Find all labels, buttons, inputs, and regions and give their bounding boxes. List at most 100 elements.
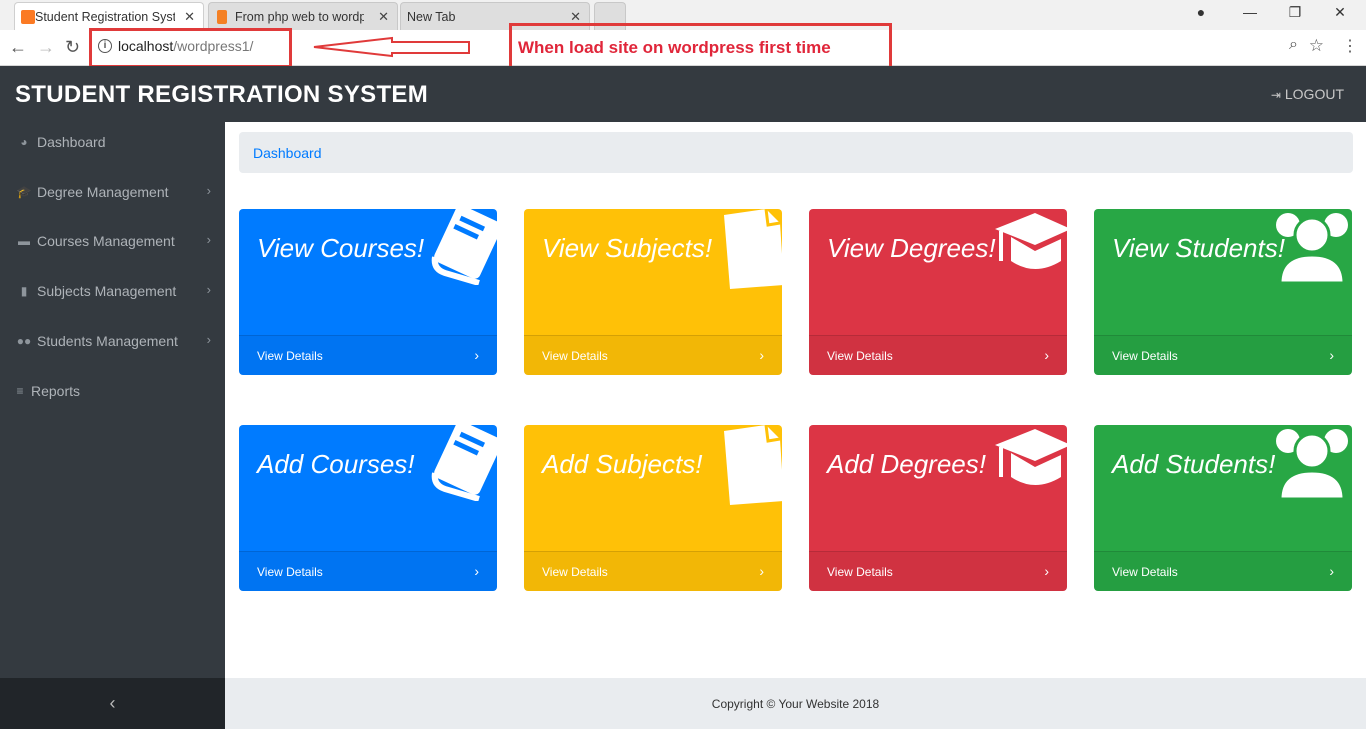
view-details-label: View Details xyxy=(1112,565,1178,579)
dashboard-card[interactable]: View Subjects! View Details › xyxy=(524,209,782,375)
chevron-left-icon: ‹ xyxy=(109,693,116,713)
sidebar: ◕ Dashboard 🎓 Degree Management › ▬ Cour… xyxy=(0,122,225,729)
chevron-right-icon: › xyxy=(474,347,479,363)
annotation-text: When load site on wordpress first time xyxy=(518,38,831,57)
dashboard-card[interactable]: Add Courses! View Details › xyxy=(239,425,497,591)
view-details-label: View Details xyxy=(827,349,893,363)
card-title: View Degrees! xyxy=(827,233,996,263)
breadcrumb: Dashboard xyxy=(239,132,1353,173)
users-icon: ●● xyxy=(16,334,32,348)
card-title: Add Students! xyxy=(1112,449,1276,479)
view-details-label: View Details xyxy=(1112,349,1178,363)
view-details-label: View Details xyxy=(257,565,323,579)
chevron-right-icon: › xyxy=(759,347,764,363)
sidebar-item-label: Degree Management xyxy=(37,184,169,200)
book-icon xyxy=(429,209,497,290)
restore-icon[interactable]: ❐ xyxy=(1285,4,1305,21)
dashboard-card[interactable]: View Degrees! View Details › xyxy=(809,209,1067,375)
minimize-icon[interactable]: — xyxy=(1240,4,1260,20)
reload-icon[interactable]: ↻ xyxy=(65,37,80,58)
sidebar-item-dashboard[interactable]: ◕ Dashboard xyxy=(0,122,225,162)
graduation-cap-icon xyxy=(991,209,1067,280)
card-footer-link[interactable]: View Details › xyxy=(524,551,782,591)
card-footer-link[interactable]: View Details › xyxy=(809,551,1067,591)
sidebar-item-degree-management[interactable]: 🎓 Degree Management › xyxy=(0,172,225,212)
chevron-right-icon: › xyxy=(206,183,211,198)
card-title: Add Subjects! xyxy=(542,449,703,479)
file-icon: ▮ xyxy=(20,284,28,298)
graduation-cap-icon: 🎓 xyxy=(16,185,32,199)
sign-out-icon: ⇥ xyxy=(1270,88,1281,102)
view-details-label: View Details xyxy=(827,565,893,579)
sidebar-item-label: Dashboard xyxy=(37,134,106,150)
page-footer: Copyright © Your Website 2018 xyxy=(225,678,1366,729)
stackoverflow-favicon-icon xyxy=(217,10,227,24)
back-icon[interactable]: ← xyxy=(9,37,27,58)
file-icon xyxy=(714,425,782,512)
forward-icon[interactable]: → xyxy=(37,37,55,58)
close-tab-icon[interactable]: ✕ xyxy=(378,9,389,25)
view-details-label: View Details xyxy=(542,565,608,579)
view-details-label: View Details xyxy=(257,349,323,363)
card-title: Add Degrees! xyxy=(827,449,986,479)
chevron-right-icon: › xyxy=(759,563,764,579)
bookmark-star-icon[interactable]: ☆ xyxy=(1309,36,1324,56)
view-details-label: View Details xyxy=(542,349,608,363)
list-icon: ≡ xyxy=(16,384,24,398)
sidebar-item-label: Students Management xyxy=(37,333,178,349)
chevron-right-icon: › xyxy=(206,232,211,247)
sidebar-item-label: Courses Management xyxy=(37,233,175,249)
sidebar-item-label: Subjects Management xyxy=(37,283,177,299)
xampp-favicon-icon xyxy=(21,10,35,24)
sidebar-item-reports[interactable]: ≡ Reports xyxy=(0,371,225,411)
sidebar-item-subjects-management[interactable]: ▮ Subjects Management › xyxy=(0,271,225,311)
card-footer-link[interactable]: View Details › xyxy=(809,335,1067,375)
dashboard-card[interactable]: Add Degrees! View Details › xyxy=(809,425,1067,591)
browser-tab-active[interactable]: Student Registration Syste ✕ xyxy=(14,2,204,30)
card-footer-link[interactable]: View Details › xyxy=(1094,335,1352,375)
card-footer-link[interactable]: View Details › xyxy=(1094,551,1352,591)
profile-icon[interactable]: ● xyxy=(1191,4,1211,20)
breadcrumb-dashboard-link[interactable]: Dashboard xyxy=(253,145,322,161)
annotation-url-box xyxy=(89,28,292,68)
chevron-right-icon: › xyxy=(206,282,211,297)
browser-tab[interactable]: From php web to wordpre ✕ xyxy=(208,2,398,30)
card-footer-link[interactable]: View Details › xyxy=(524,335,782,375)
chevron-right-icon: › xyxy=(206,332,211,347)
chevron-right-icon: › xyxy=(1044,347,1049,363)
card-title: View Students! xyxy=(1112,233,1285,263)
close-tab-icon[interactable]: ✕ xyxy=(184,9,195,25)
dashboard-icon: ◕ xyxy=(20,135,28,149)
tab-title: Student Registration Syste xyxy=(35,9,175,24)
file-icon xyxy=(714,209,782,296)
card-footer-link[interactable]: View Details › xyxy=(239,335,497,375)
card-footer-link[interactable]: View Details › xyxy=(239,551,497,591)
sidebar-item-label: Reports xyxy=(31,383,81,399)
sidebar-item-courses-management[interactable]: ▬ Courses Management › xyxy=(0,221,225,261)
dashboard-card[interactable]: View Students! View Details › xyxy=(1094,209,1352,375)
dashboard-card[interactable]: Add Students! View Details › xyxy=(1094,425,1352,591)
zoom-search-icon[interactable]: ⌕ xyxy=(1289,36,1298,54)
chevron-right-icon: › xyxy=(474,563,479,579)
dashboard-card[interactable]: Add Subjects! View Details › xyxy=(524,425,782,591)
graduation-cap-icon xyxy=(991,425,1067,496)
users-icon xyxy=(1270,425,1352,506)
logout-link[interactable]: ⇥ LOGOUT xyxy=(1271,86,1344,102)
book-icon xyxy=(429,425,497,506)
tab-title: New Tab xyxy=(407,9,456,24)
annotation-arrow-icon xyxy=(313,36,470,58)
app-header: STUDENT REGISTRATION SYSTEM ⇥ LOGOUT xyxy=(0,66,1366,122)
sidebar-item-students-management[interactable]: ●● Students Management › xyxy=(0,321,225,361)
card-title: View Subjects! xyxy=(542,233,713,263)
copyright-text: Copyright © Your Website 2018 xyxy=(711,697,880,711)
card-title: View Courses! xyxy=(257,233,425,263)
browser-menu-icon[interactable]: ⋮ xyxy=(1342,36,1358,56)
dashboard-card[interactable]: View Courses! View Details › xyxy=(239,209,497,375)
sidebar-toggle-button[interactable]: ‹ xyxy=(0,678,225,729)
chevron-right-icon: › xyxy=(1329,563,1334,579)
chevron-right-icon: › xyxy=(1044,563,1049,579)
card-title: Add Courses! xyxy=(257,449,415,479)
window-close-icon[interactable]: ✕ xyxy=(1330,4,1350,21)
book-icon: ▬ xyxy=(18,234,30,248)
app-title[interactable]: STUDENT REGISTRATION SYSTEM xyxy=(15,81,428,109)
